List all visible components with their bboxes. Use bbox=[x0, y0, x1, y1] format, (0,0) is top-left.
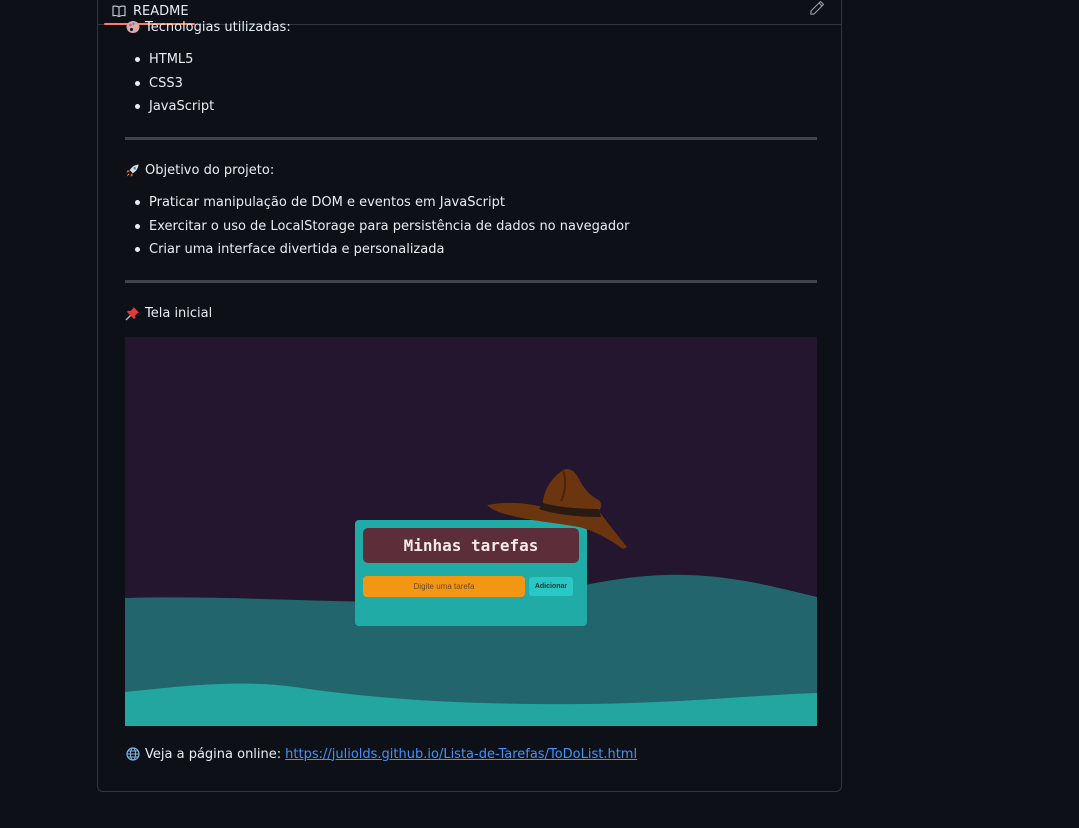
goal-heading: Objetivo do projeto: bbox=[125, 161, 274, 179]
book-icon bbox=[112, 5, 126, 17]
readme-container: README Tecnologias utilizadas: HTML5 CSS… bbox=[97, 0, 842, 792]
goal-heading-text: Objetivo do projeto: bbox=[145, 162, 275, 178]
app-screenshot: Minhas tarefas Adicionar bbox=[125, 337, 817, 726]
rocket-icon bbox=[125, 163, 140, 178]
goal-list: Praticar manipulação de DOM e eventos em… bbox=[125, 194, 629, 265]
tech-heading: Tecnologias utilizadas: bbox=[125, 18, 291, 36]
divider bbox=[125, 280, 817, 283]
palette-icon bbox=[125, 20, 140, 35]
tech-heading-text: Tecnologias utilizadas: bbox=[145, 19, 291, 35]
tech-list: HTML5 CSS3 JavaScript bbox=[125, 51, 214, 122]
screen-heading-text: Tela inicial bbox=[145, 305, 213, 321]
globe-icon bbox=[125, 747, 140, 762]
list-item: CSS3 bbox=[125, 75, 214, 99]
list-item: JavaScript bbox=[125, 98, 214, 122]
readme-tab-label: README bbox=[133, 3, 189, 19]
online-line: Veja a página online: https://juliolds.g… bbox=[125, 745, 637, 763]
pencil-icon[interactable] bbox=[809, 0, 825, 16]
list-item: HTML5 bbox=[125, 51, 214, 75]
online-link[interactable]: https://juliolds.github.io/Lista-de-Tare… bbox=[285, 747, 637, 762]
list-item: Praticar manipulação de DOM e eventos em… bbox=[125, 194, 629, 218]
task-input bbox=[363, 576, 525, 597]
add-task-button: Adicionar bbox=[529, 577, 573, 596]
pushpin-icon bbox=[125, 306, 140, 321]
list-item: Exercitar o uso de LocalStorage para per… bbox=[125, 218, 629, 242]
hat-icon bbox=[487, 469, 627, 549]
screen-heading: Tela inicial bbox=[125, 304, 212, 322]
online-label: Veja a página online: bbox=[145, 746, 282, 762]
divider bbox=[125, 137, 817, 140]
list-item: Criar uma interface divertida e personal… bbox=[125, 241, 629, 265]
